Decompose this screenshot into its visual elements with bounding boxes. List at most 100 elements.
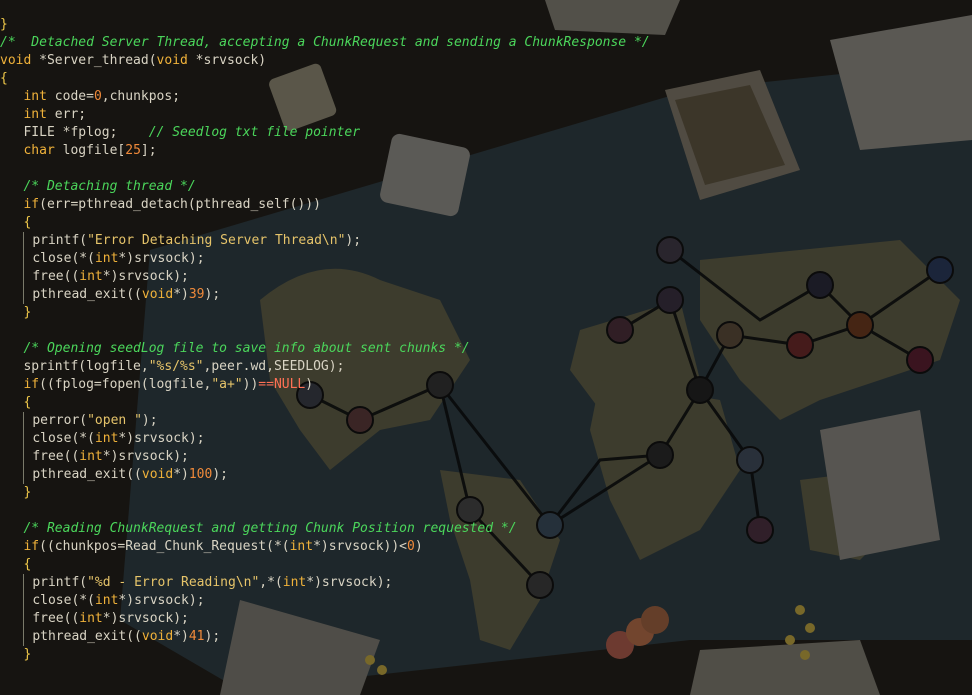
code-token: void [141,467,174,482]
code-line[interactable] [0,160,650,178]
code-token: ,peer.wd,SEEDLOG); [203,359,345,374]
code-token: *)srvsock))< [313,539,407,554]
code-line[interactable]: pthread_exit((void*)39); [0,286,650,304]
code-token: pthread_exit(( [32,467,142,482]
code-line[interactable]: int err; [0,106,650,124]
code-token: void [156,53,188,68]
editor-screenshot: } /* Detached Server Thread, accepting a … [0,0,972,695]
code-token: free(( [32,611,80,626]
code-token: } [0,485,32,500]
code-line[interactable]: } [0,304,650,322]
code-token: *)srvsock); [102,611,189,626]
code-line[interactable]: { [0,214,650,232]
code-line[interactable]: if((fplog=fopen(logfile,"a+"))==NULL) [0,376,650,394]
code-token: "%s/%s" [148,359,204,374]
code-token: *)srvsock); [118,251,205,266]
code-line[interactable]: /* Detaching thread */ [0,178,650,196]
code-line[interactable]: close(*(int*)srvsock); [0,592,650,610]
code-token: { [0,71,8,86]
code-token: void [141,629,174,644]
code-line[interactable]: /* Detached Server Thread, accepting a C… [0,34,650,52]
code-line[interactable]: } [0,646,650,664]
code-token: printf( [32,575,88,590]
code-token: /* Detached Server Thread, accepting a C… [0,35,650,50]
code-token: /* Detaching thread */ [23,179,196,194]
code-token: printf( [32,233,88,248]
code-line[interactable]: { [0,556,650,574]
code-line[interactable] [0,502,650,520]
code-line[interactable]: /* Reading ChunkRequest and getting Chun… [0,520,650,538]
code-line[interactable]: void *Server_thread(void *srvsock) [0,52,650,70]
code-token: FILE *fplog; [0,125,149,140]
code-line[interactable]: { [0,70,650,88]
code-line[interactable]: perror("open "); [0,412,650,430]
code-line[interactable]: close(*(int*)srvsock); [0,430,650,448]
code-line[interactable]: printf("%d - Error Reading\n",*(int*)srv… [0,574,650,592]
code-token: ]; [140,143,157,158]
code-token: *)srvsock); [118,431,205,446]
code-token: ) [414,539,423,554]
code-token: if [23,377,40,392]
code-token: if [23,197,40,212]
code-line[interactable]: { [0,394,650,412]
code-line[interactable]: int code=0,chunkpos; [0,88,650,106]
code-line[interactable]: char logfile[25]; [0,142,650,160]
code-token: 0 [407,539,415,554]
code-token: *Server_thread( [31,53,157,68]
code-token: // Seedlog txt file pointer [148,125,361,140]
code-token: logfile[ [54,143,126,158]
code-token: if [23,539,40,554]
code-editor[interactable]: } /* Detached Server Thread, accepting a … [0,16,650,664]
code-token: *) [173,287,189,302]
code-token: int [79,269,103,284]
code-line[interactable]: free((int*)srvsock); [0,610,650,628]
code-token: void [141,287,174,302]
code-token: int [79,449,103,464]
code-line[interactable]: if((chunkpos=Read_Chunk_Request(*(int*)s… [0,538,650,556]
code-line[interactable]: sprintf(logfile,"%s/%s",peer.wd,SEEDLOG)… [0,358,650,376]
code-token: 25 [125,143,141,158]
code-token: "a+" [211,377,243,392]
code-token: { [0,215,32,230]
code-token: ((fplog=fopen(logfile, [39,377,212,392]
code-token: } [0,647,32,662]
code-token: free(( [32,449,80,464]
code-line[interactable]: } [0,484,650,502]
code-token: void [0,53,32,68]
code-line[interactable]: /* Opening seedLog file to save info abo… [0,340,650,358]
code-line[interactable]: free((int*)srvsock); [0,448,650,466]
code-token: *)srvsock); [102,449,189,464]
code-line[interactable]: FILE *fplog; // Seedlog txt file pointer [0,124,650,142]
code-token: pthread_exit(( [32,287,142,302]
code-token: "Error Detaching Server Thread\n" [87,233,346,248]
code-line[interactable]: pthread_exit((void*)100); [0,466,650,484]
code-line[interactable]: close(*(int*)srvsock); [0,250,650,268]
code-line[interactable]: } [0,16,650,34]
code-line[interactable]: printf("Error Detaching Server Thread\n"… [0,232,650,250]
code-token: ); [212,467,228,482]
code-token: ==NULL [258,377,306,392]
code-line[interactable]: if(err=pthread_detach(pthread_self())) [0,196,650,214]
code-token: *) [173,467,189,482]
code-token: *)srvsock); [118,593,205,608]
code-token: 39 [188,287,205,302]
code-token: ); [204,287,221,302]
code-line[interactable]: pthread_exit((void*)41); [0,628,650,646]
code-line[interactable] [0,322,650,340]
code-token: /* Opening seedLog file to save info abo… [23,341,470,356]
code-token: int [79,611,103,626]
code-line[interactable]: free((int*)srvsock); [0,268,650,286]
